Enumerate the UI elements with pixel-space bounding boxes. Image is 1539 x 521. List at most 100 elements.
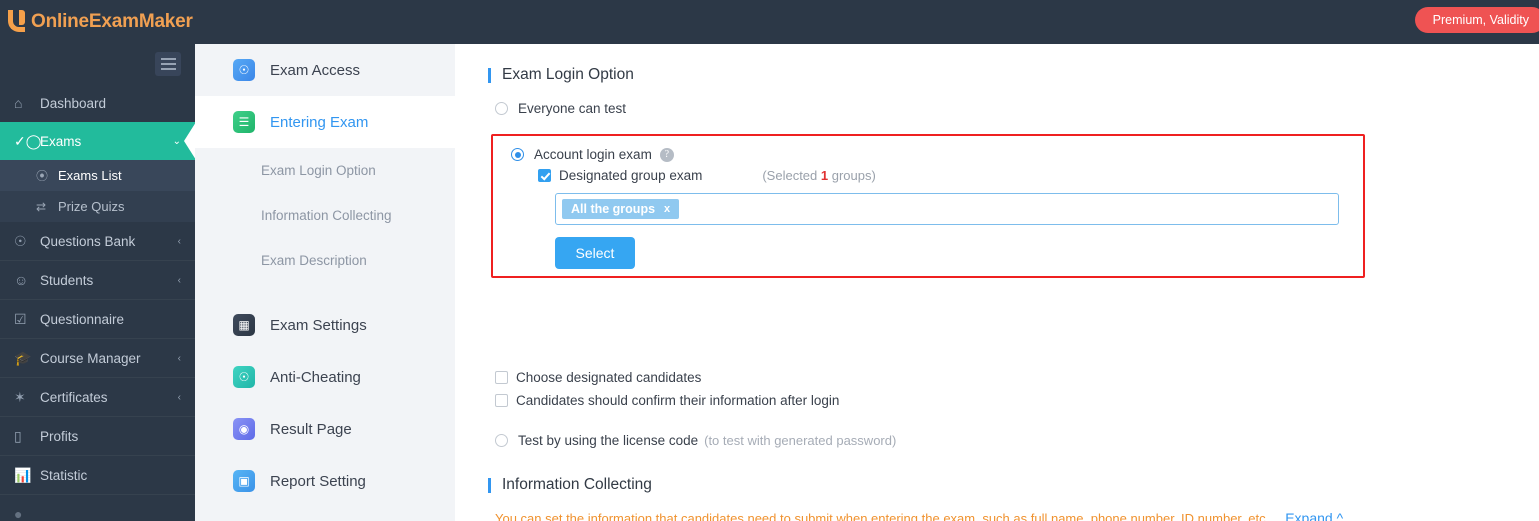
shield-icon: ☉ (233, 59, 255, 81)
sidebar-item-statistic[interactable]: 📊 Statistic (0, 456, 195, 494)
premium-badge[interactable]: Premium, Validity (1414, 7, 1539, 33)
secnav-subitem-label: Exam Description (261, 253, 367, 268)
checkbox-icon[interactable] (495, 394, 508, 407)
sidebar-item-profits[interactable]: ▯ Profits (0, 417, 195, 455)
sidebar-item-label: Students (40, 272, 94, 288)
shuffle-icon: ⇄ (36, 199, 47, 214)
sidebar-item-label: Profits (40, 428, 79, 444)
hamburger-icon[interactable] (155, 52, 181, 76)
expand-link[interactable]: Expand ^ (1285, 510, 1343, 521)
secnav-item-label: Result Page (270, 420, 352, 438)
app-root: OnlineExamMaker Premium, Validity ⌂ Dash… (0, 0, 1539, 521)
card-icon: ▯ (14, 427, 22, 444)
shield-check-icon: ☉ (233, 366, 255, 388)
secnav-item-label: Exam Settings (270, 316, 367, 334)
group-tag[interactable]: All the groups x (562, 199, 680, 219)
secnav-subitem-label: Exam Login Option (261, 163, 376, 178)
accent-bar (488, 67, 491, 83)
checkbox-choose-designated-candidates[interactable]: Choose designated candidates (495, 370, 1539, 385)
logo-mark-icon (4, 8, 30, 36)
sidebar-item-label: Exams (40, 133, 82, 149)
secnav-item-entering-exam[interactable]: ☰ Entering Exam (195, 96, 455, 148)
secnav-item-label: Exam Access (270, 61, 361, 79)
main-content: Exam Login Option Everyone can test Acco… (455, 44, 1539, 521)
secnav-subitem-information-collecting[interactable]: Information Collecting (195, 193, 455, 238)
sidebar-item-certificates[interactable]: ✶ Certificates ‹ (0, 378, 195, 416)
radio-everyone-can-test[interactable]: Everyone can test (495, 101, 1539, 116)
section-title: Information Collecting (502, 476, 652, 493)
sidebar-item-prize-quizs[interactable]: ⇄ Prize Quizs (0, 191, 195, 222)
sidebar-item-questionnaire[interactable]: ☑ Questionnaire (0, 300, 195, 338)
radio-license-code[interactable]: Test by using the license code (to test … (495, 433, 1539, 448)
secnav-item-exam-access[interactable]: ☉ Exam Access (195, 44, 455, 96)
sidebar-item-dashboard[interactable]: ⌂ Dashboard (0, 84, 195, 122)
secnav-item-exam-settings[interactable]: ▦ Exam Settings (195, 299, 455, 351)
badge-icon: ✶ (14, 388, 26, 405)
close-icon[interactable]: x (664, 203, 670, 215)
radio-icon[interactable] (495, 434, 508, 447)
radio-icon[interactable] (495, 102, 508, 115)
bar-chart-icon: 📊 (14, 466, 32, 483)
secondary-nav: ☉ Exam Access ☰ Entering Exam Exam Login… (195, 44, 455, 521)
group-input[interactable]: All the groups x (555, 193, 1339, 225)
checkbox-label: Choose designated candidates (516, 370, 702, 385)
graduation-cap-icon: 🎓 (14, 349, 32, 366)
chevron-right-icon: ‹ (177, 274, 181, 286)
sidebar-item-label: Questions Bank (40, 233, 136, 249)
question-mark-icon[interactable]: ? (659, 147, 674, 162)
secnav-item-label: Entering Exam (270, 113, 369, 131)
expand-label: Expand (1285, 510, 1333, 521)
sidebar: ⌂ Dashboard ✓◯ Exams ⌄ ⦿ Exams List ⇄ Pr… (0, 44, 195, 521)
group-select-field[interactable]: All the groups x (555, 193, 1363, 225)
check-circle-icon: ⦿ (36, 169, 49, 183)
radio-account-login-exam[interactable]: Account login exam ? (511, 147, 1363, 162)
page-title: Exam Login Option (502, 66, 634, 83)
select-button[interactable]: Select (555, 237, 635, 269)
app-logo[interactable]: OnlineExamMaker (0, 8, 193, 36)
sidebar-item-label: Dashboard (40, 95, 107, 111)
chevron-up-icon: ^ (1336, 510, 1344, 521)
account-login-highlight-box: Account login exam ? Designated group ex… (491, 134, 1365, 278)
sidebar-item-course-manager[interactable]: 🎓 Course Manager ‹ (0, 339, 195, 377)
select-button-wrap: Select (555, 237, 1363, 269)
top-bar: OnlineExamMaker Premium, Validity (0, 0, 1539, 44)
sidebar-item-label: Certificates (40, 389, 108, 405)
secnav-item-anti-cheating[interactable]: ☉ Anti-Cheating (195, 351, 455, 403)
accent-bar (488, 477, 491, 493)
sidebar-item-students[interactable]: ☺ Students ‹ (0, 261, 195, 299)
information-collecting-title: Information Collecting (488, 476, 1539, 494)
sidebar-item-partial[interactable]: ● (0, 495, 195, 521)
sidebar-item-exams[interactable]: ✓◯ Exams ⌄ (0, 122, 195, 160)
sidebar-item-label: Course Manager (40, 350, 141, 366)
designated-group-label: Designated group exam (559, 168, 703, 183)
chevron-down-icon: ⌄ (172, 135, 181, 147)
radio-label: Test by using the license code (518, 433, 699, 448)
exam-login-option-title: Exam Login Option (488, 66, 1539, 84)
sidebar-item-questions-bank[interactable]: ☉ Questions Bank ‹ (0, 222, 195, 260)
sidebar-subitem-label: Prize Quizs (58, 199, 125, 214)
secnav-item-label: Report Setting (270, 472, 366, 490)
secnav-subitem-exam-login-option[interactable]: Exam Login Option (195, 148, 455, 193)
chevron-right-icon: ‹ (177, 235, 181, 247)
radio-icon[interactable] (511, 148, 524, 161)
checkbox-label: Candidates should confirm their informat… (516, 393, 840, 408)
count-prefix: (Selected (762, 168, 821, 183)
secnav-item-label: Anti-Cheating (270, 368, 361, 386)
count-suffix: groups) (828, 168, 876, 183)
document-icon: ☰ (233, 111, 255, 133)
secnav-item-report-setting[interactable]: ▣ Report Setting (195, 455, 455, 507)
information-collecting-note-row: You can set the information that candida… (455, 510, 1539, 521)
checkbox-icon[interactable] (495, 371, 508, 384)
logo-text: OnlineExamMaker (31, 11, 193, 32)
sidebar-item-exams-list[interactable]: ⦿ Exams List (0, 160, 195, 191)
secnav-subitem-exam-description[interactable]: Exam Description (195, 238, 455, 283)
designated-group-checkbox[interactable] (538, 169, 551, 182)
home-icon: ⌂ (14, 95, 23, 111)
information-note: You can set the information that candida… (495, 510, 1270, 521)
report-icon: ▣ (233, 470, 255, 492)
sidebar-toggle-row (0, 44, 195, 84)
secnav-item-result-page[interactable]: ◉ Result Page (195, 403, 455, 455)
checkbox-confirm-information[interactable]: Candidates should confirm their informat… (495, 393, 1539, 408)
more-icon: ● (14, 506, 23, 521)
